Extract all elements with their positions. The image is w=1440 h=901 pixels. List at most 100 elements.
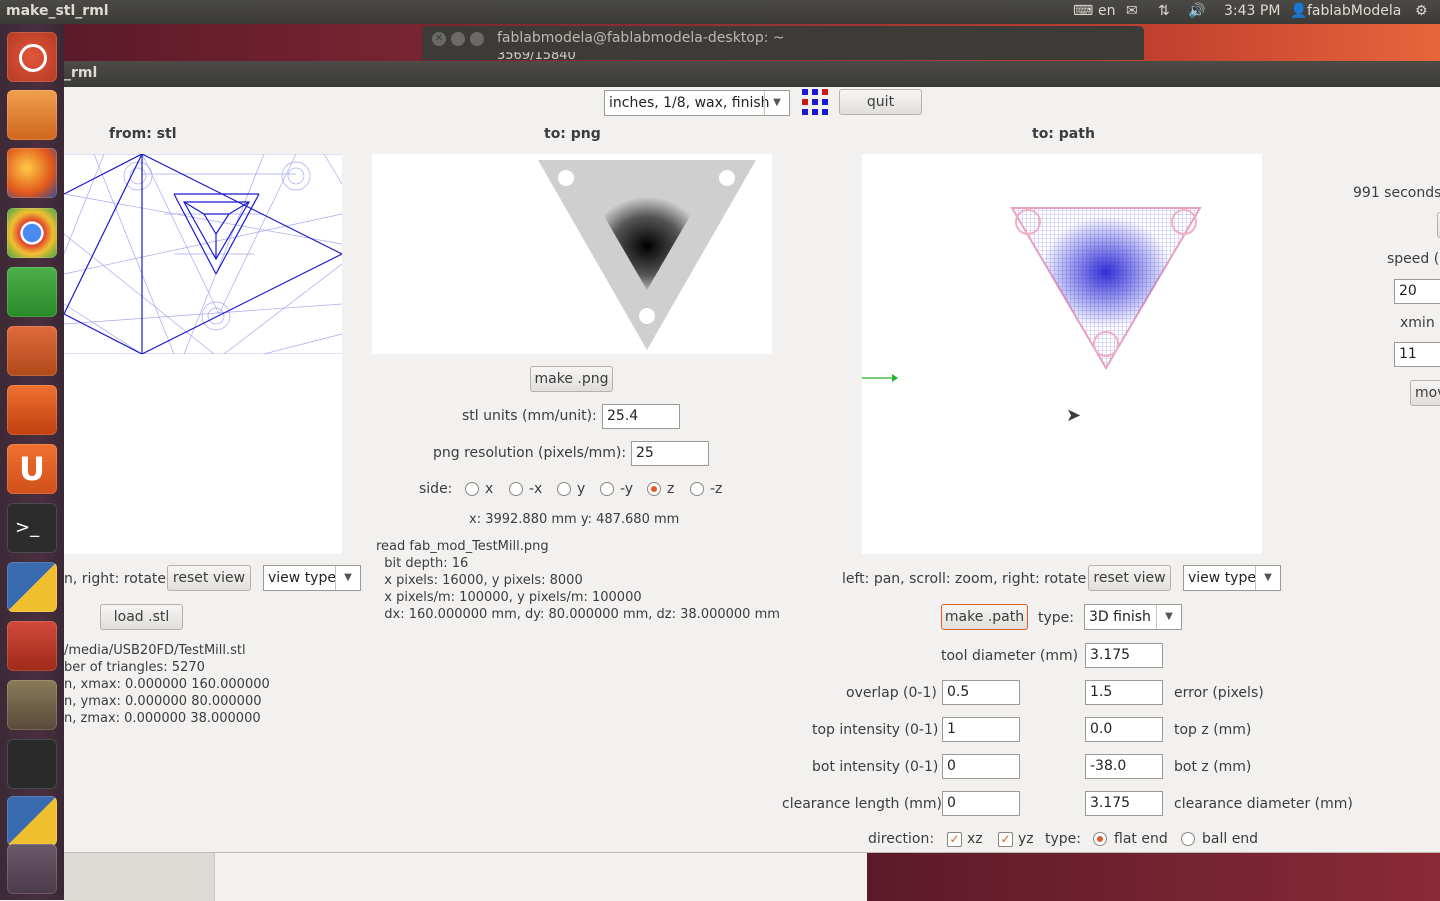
flat-end-radio[interactable]: [1093, 832, 1107, 846]
ball-end-radio[interactable]: [1181, 832, 1195, 846]
chevron-down-icon[interactable]: ▼: [764, 91, 789, 115]
make-path-button[interactable]: make .path: [941, 604, 1028, 630]
speed-input[interactable]: 20: [1394, 279, 1440, 304]
volume-icon[interactable]: 🔊: [1188, 3, 1205, 19]
keyboard-layout-label[interactable]: en: [1098, 3, 1116, 19]
side-radio-label: -x: [529, 481, 543, 497]
info-line: x pixels: 16000, y pixels: 8000: [376, 573, 583, 588]
files-icon[interactable]: [7, 90, 57, 140]
ball-end-label: ball end: [1202, 831, 1259, 847]
side-radio-0[interactable]: [465, 482, 479, 496]
preset-value: inches, 1/8, wax, finish: [609, 95, 770, 111]
info-line: /media/USB20FD/TestMill.stl: [64, 643, 246, 658]
top-intensity-input[interactable]: 1: [942, 717, 1020, 742]
clock[interactable]: 3:43 PM: [1224, 3, 1280, 19]
system-settings-icon[interactable]: [7, 621, 57, 671]
clearance-length-label: clearance length (mm): [782, 796, 943, 812]
chevron-down-icon[interactable]: ▼: [335, 566, 360, 590]
stl-units-input[interactable]: 25.4: [602, 404, 680, 429]
stl-canvas[interactable]: [64, 154, 342, 554]
side-radio-2[interactable]: [557, 482, 571, 496]
info-line: ber of triangles: 5270: [64, 660, 205, 675]
png-canvas[interactable]: [372, 154, 772, 354]
path-type-select[interactable]: 3D finish ▼: [1084, 604, 1182, 630]
path-type-value: 3D finish: [1089, 609, 1151, 625]
side-radio-4[interactable]: [647, 482, 661, 496]
bot-intensity-input[interactable]: 0: [942, 754, 1020, 779]
png-panel-header: to: png: [544, 126, 601, 142]
side-radio-5[interactable]: [690, 482, 704, 496]
app-menu-title: make_stl_rml: [6, 3, 109, 19]
chrome-icon[interactable]: [7, 208, 57, 258]
make-png-button[interactable]: make .png: [530, 366, 613, 392]
terminal-window-titlebar[interactable]: ✕ fablabmodela@fablabmodela-desktop: ~ 3…: [422, 26, 1144, 60]
clearance-diameter-label: clearance diameter (mm): [1174, 796, 1353, 812]
side-radio-label: x: [485, 481, 494, 497]
png-resolution-input[interactable]: 25: [631, 441, 709, 466]
direction-xz-label: xz: [967, 831, 983, 847]
path-nav-hint: left: pan, scroll: zoom, right: rotate: [842, 571, 1087, 587]
terminal-partial-text: 3569/15840: [497, 52, 576, 60]
firefox-icon[interactable]: [7, 148, 57, 198]
keyboard-icon[interactable]: ⌨: [1073, 3, 1093, 19]
gimp-icon[interactable]: [7, 680, 57, 730]
chevron-down-icon[interactable]: ▼: [1255, 566, 1280, 590]
webcam-icon[interactable]: [7, 739, 57, 789]
top-z-label: top z (mm): [1174, 722, 1252, 738]
path-reset-view-button[interactable]: reset view: [1088, 565, 1171, 591]
chevron-down-icon[interactable]: ▼: [1156, 605, 1181, 629]
workspace-switcher-icon[interactable]: [7, 844, 57, 894]
close-icon[interactable]: ✕: [432, 32, 446, 46]
path-type-label: type:: [1038, 610, 1074, 626]
user-icon[interactable]: 👤: [1290, 3, 1307, 19]
overlap-label: overlap (0-1): [846, 685, 937, 701]
error-label: error (pixels): [1174, 685, 1264, 701]
python-icon[interactable]: [7, 562, 57, 612]
stl-reset-view-button[interactable]: reset view: [167, 565, 251, 591]
software-center-icon[interactable]: [7, 385, 57, 435]
presentation-icon[interactable]: [7, 326, 57, 376]
direction-xz-checkbox[interactable]: ✓: [947, 832, 962, 847]
spreadsheet-icon[interactable]: [7, 267, 57, 317]
direction-yz-checkbox[interactable]: ✓: [998, 832, 1013, 847]
preset-select[interactable]: inches, 1/8, wax, finish ▼: [604, 90, 790, 116]
network-icon[interactable]: ⇅: [1158, 3, 1170, 19]
session-gear-icon[interactable]: ⚙: [1415, 3, 1428, 19]
python-app-icon[interactable]: [7, 796, 57, 846]
terminal-icon[interactable]: >_: [7, 503, 57, 553]
move-button[interactable]: mov: [1410, 380, 1440, 406]
clearance-length-input[interactable]: 0: [942, 791, 1020, 816]
quit-button[interactable]: quit: [839, 89, 922, 115]
mail-icon[interactable]: ✉: [1126, 3, 1138, 19]
error-input[interactable]: 1.5: [1085, 680, 1163, 705]
ubuntu-dash-icon[interactable]: [7, 32, 57, 82]
side-radio-1[interactable]: [509, 482, 523, 496]
toolpath-view: [862, 207, 1202, 382]
xmin-input[interactable]: 11: [1394, 342, 1440, 367]
path-view-type-select[interactable]: view type ▼: [1183, 565, 1281, 591]
direction-label: direction:: [868, 831, 935, 847]
side-radio-label: z: [667, 481, 675, 497]
load-stl-button[interactable]: load .stl: [100, 604, 183, 630]
side-radio-3[interactable]: [600, 482, 614, 496]
minimize-icon[interactable]: [451, 32, 465, 46]
overlap-input[interactable]: 0.5: [942, 680, 1020, 705]
user-name[interactable]: fablabModela: [1307, 3, 1401, 19]
maximize-icon[interactable]: [470, 32, 484, 46]
tool-diameter-input[interactable]: 3.175: [1085, 643, 1163, 668]
app-window-titlebar[interactable]: _rml: [64, 61, 1440, 87]
bot-z-label: bot z (mm): [1174, 759, 1252, 775]
launcher: U >_: [0, 24, 64, 900]
cursor-coords: x: 3992.880 mm y: 487.680 mm: [469, 512, 680, 527]
top-z-input[interactable]: 0.0: [1085, 717, 1163, 742]
path-canvas[interactable]: [862, 154, 1262, 554]
path-panel-header: to: path: [1032, 126, 1095, 142]
bot-z-input[interactable]: -38.0: [1085, 754, 1163, 779]
speed-label: speed (: [1387, 251, 1440, 267]
info-line: n, zmax: 0.000000 38.000000: [64, 711, 261, 726]
side-radio-label: y: [577, 481, 586, 497]
ubuntu-one-icon[interactable]: U: [7, 444, 57, 494]
terminal-title: fablabmodela@fablabmodela-desktop: ~: [497, 30, 785, 46]
stl-view-type-select[interactable]: view type ▼: [263, 565, 361, 591]
clearance-diameter-input[interactable]: 3.175: [1085, 791, 1163, 816]
